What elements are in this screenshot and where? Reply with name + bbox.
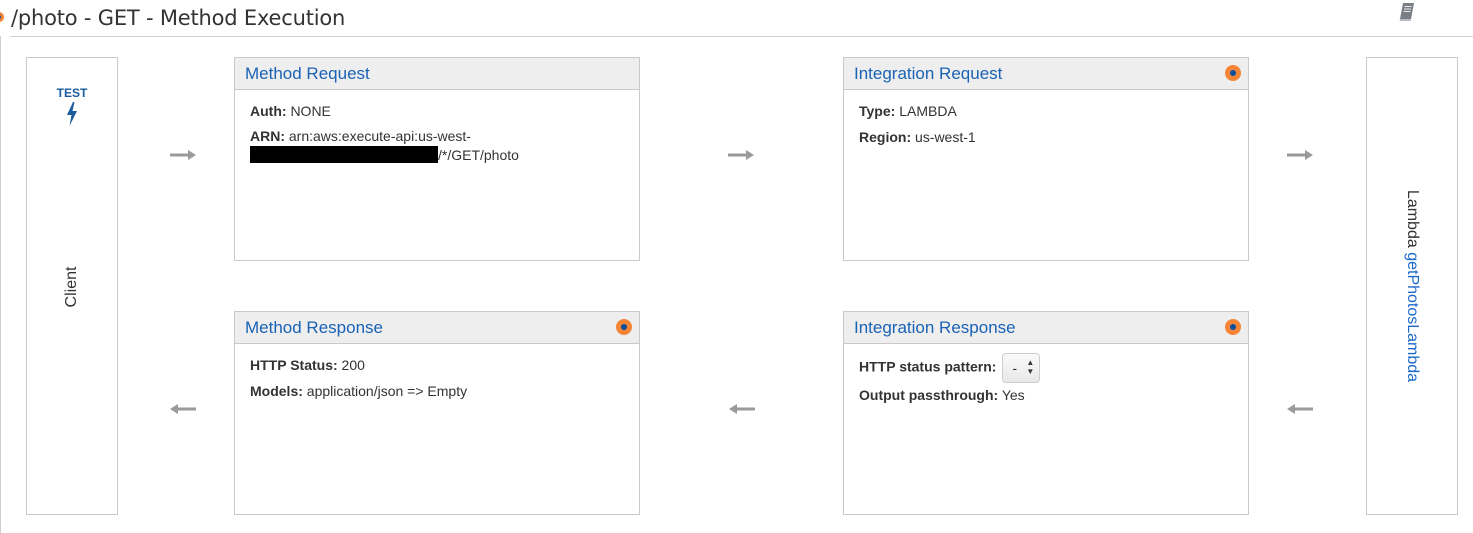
arn-value-line1: arn:aws:execute-api:us-west-: [288, 128, 471, 144]
lambda-panel: Lambda getPhotosLambda: [1366, 57, 1458, 515]
models-value: application/json => Empty: [306, 383, 468, 399]
method-response-title[interactable]: Method Response: [245, 318, 383, 338]
redacted-block: [250, 146, 438, 163]
region-label: Region:: [859, 129, 912, 145]
type-label: Type:: [859, 103, 896, 119]
arrow-right-icon: [728, 150, 754, 160]
page-title: /photo - GET - Method Execution: [11, 6, 346, 30]
status-dot-icon: [0, 12, 4, 22]
integration-response-header: Integration Response: [844, 312, 1248, 344]
integration-response-title[interactable]: Integration Response: [854, 318, 1016, 338]
arrow-left-icon: [729, 404, 755, 414]
status-pattern-label: HTTP status pattern:: [859, 358, 997, 375]
arrow-right-icon: [1287, 150, 1313, 160]
method-request-box: Method Request Auth: NONE ARN: arn:aws:e…: [234, 57, 640, 261]
test-button[interactable]: TEST: [27, 86, 117, 126]
method-response-box: Method Response HTTP Status: 200 Models:…: [234, 311, 640, 515]
title-divider: [10, 36, 1473, 37]
output-passthrough-value: Yes: [1001, 387, 1025, 403]
lightning-bolt-icon[interactable]: [66, 102, 78, 126]
lambda-function-link[interactable]: getPhotosLambda: [1404, 252, 1421, 382]
auth-value: NONE: [290, 103, 331, 119]
lambda-prefix: Lambda: [1404, 189, 1421, 248]
arrow-left-icon: [170, 404, 196, 414]
output-passthrough-label: Output passthrough:: [859, 387, 999, 403]
integration-response-box: Integration Response HTTP status pattern…: [843, 311, 1249, 515]
models-label: Models:: [250, 383, 303, 399]
type-value: LAMBDA: [899, 103, 957, 119]
region-value: us-west-1: [915, 129, 976, 145]
left-divider: [0, 36, 1, 533]
status-dot-icon: [1225, 65, 1241, 81]
arn-label: ARN:: [250, 128, 285, 144]
integration-request-header: Integration Request: [844, 58, 1248, 90]
book-icon[interactable]: [1398, 2, 1416, 22]
auth-label: Auth:: [250, 103, 287, 119]
http-status-label: HTTP Status:: [250, 357, 338, 373]
http-status-value: 200: [341, 357, 365, 373]
client-label: Client: [63, 266, 80, 308]
status-pattern-select[interactable]: - ▲ ▼: [1002, 353, 1041, 383]
arn-value-suffix: /*/GET/photo: [438, 147, 519, 163]
method-response-header: Method Response: [235, 312, 639, 344]
arrow-right-icon: [170, 150, 196, 160]
client-panel: TEST Client: [26, 57, 118, 515]
lambda-label: Lambda getPhotosLambda: [1403, 190, 1421, 382]
status-dot-icon: [1225, 319, 1241, 335]
method-request-title[interactable]: Method Request: [245, 64, 370, 84]
arrow-left-icon: [1287, 404, 1313, 414]
status-dot-icon: [616, 319, 632, 335]
integration-request-title[interactable]: Integration Request: [854, 64, 1002, 84]
test-label[interactable]: TEST: [27, 86, 117, 100]
method-request-header: Method Request: [235, 58, 639, 90]
status-pattern-value: -: [1012, 360, 1017, 376]
integration-request-box: Integration Request Type: LAMBDA Region:…: [843, 57, 1249, 261]
select-arrows-icon: ▲ ▼: [1026, 358, 1035, 376]
